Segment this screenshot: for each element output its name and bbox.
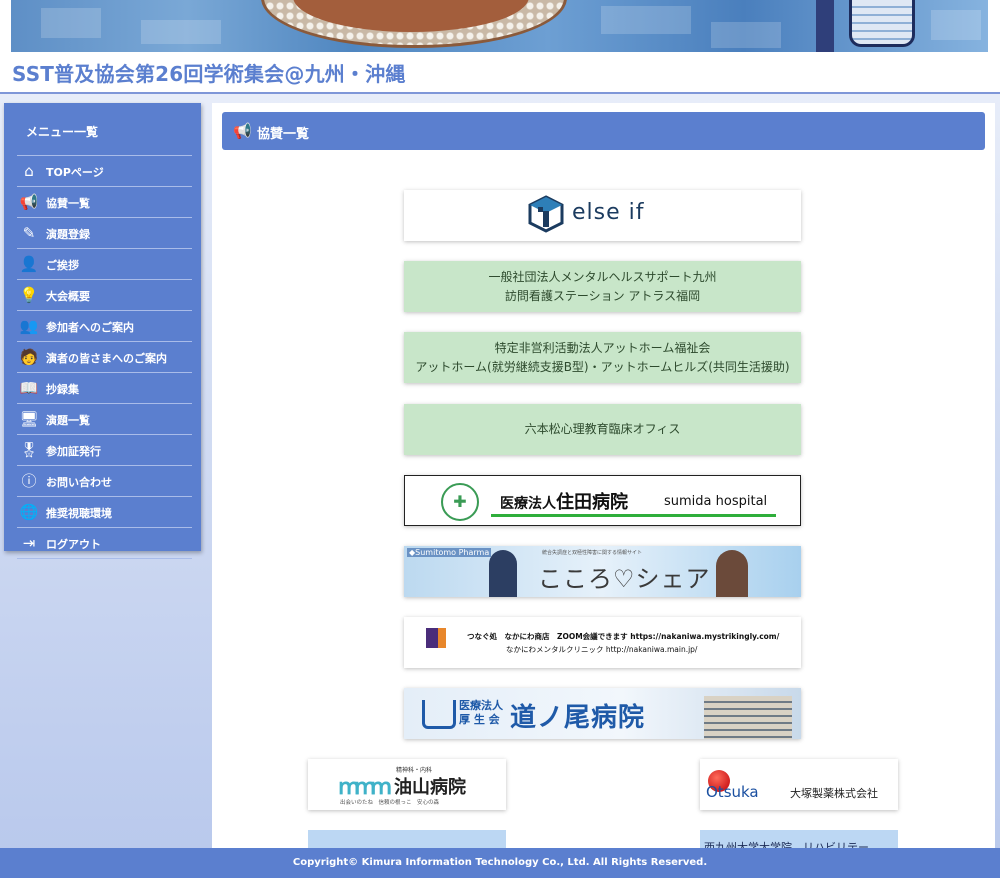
sidebar-item-label: 演者の皆さまへのご案内 <box>46 352 167 365</box>
sponsor-athome-welfare[interactable]: 特定非営利活動法人アットホーム福祉会 アットホーム(就労継続支援B型)・アットホ… <box>404 332 801 383</box>
kokoro-share-title: こころ♡シェア <box>538 565 711 593</box>
michinoo-corp: 医療法人 厚 生 会 <box>459 699 503 726</box>
site-footer: Copyright© Kimura Information Technology… <box>0 848 1000 878</box>
sidebar-item-label: 参加証発行 <box>46 445 101 458</box>
site-header: SST普及協会第26回学術集会@九州・沖縄 <box>0 0 1000 94</box>
sidebar-item-5[interactable]: 👥 参加者へのご案内 <box>17 311 192 342</box>
nakaniwa-line2: なかにわメンタルクリニック http://nakaniwa.main.jp/ <box>506 645 698 654</box>
kokoro-subtitle: 統合失調症と双極性障害に関する情報サイト <box>542 550 643 556</box>
sidebar-item-11[interactable]: 🌐 推奨視聴環境 <box>17 497 192 528</box>
sponsor-partial-left-banner[interactable] <box>308 830 506 850</box>
hospital-building-image <box>704 696 792 739</box>
user-icon: 👤 <box>19 255 39 273</box>
sponsor-roppongi-office[interactable]: 六本松心理教育臨床オフィス <box>404 404 801 455</box>
aburayama-name: 油山病院 <box>394 777 466 798</box>
sponsor-line: 特定非営利活動法人アットホーム福祉会 <box>494 340 711 355</box>
sponsor-line: アットホーム(就労継続支援B型)・アットホームヒルズ(共同生活援助) <box>415 359 790 374</box>
sidebar-item-label: ログアウト <box>46 538 101 551</box>
michinoo-name: 道ノ尾病院 <box>510 703 646 733</box>
sponsor-nishikyushu-university-banner[interactable]: 西九州大学大学院 リハビリテー <box>700 830 898 854</box>
aburayama-tagline: 出会いのたね 信頼の根っこ 安心の森 <box>340 800 440 806</box>
sidebar-item-label: 演題登録 <box>46 228 90 241</box>
page-heading-bar: 📢 協賛一覧 <box>222 112 985 150</box>
nakaniwa-logo-icon <box>426 628 446 648</box>
info-icon: ⓘ <box>21 472 37 490</box>
edit-icon: ✎ <box>22 224 36 242</box>
sidebar-item-4[interactable]: 💡 大会概要 <box>17 280 192 311</box>
page-title: 協賛一覧 <box>257 127 310 142</box>
sidebar-list: ⌂ TOPページ 📢 協賛一覧 ✎ 演題登録 👤 ご挨拶 💡 大会概要 👥 参加者へのご案内 🧑 演者の皆… <box>17 155 192 559</box>
sponsor-mental-health-support[interactable]: 一般社団法人メンタルヘルスサポート九州 訪問看護ステーション アトラス福岡 <box>404 261 801 312</box>
michinoo-logo-icon <box>422 700 456 729</box>
sidebar-item-3[interactable]: 👤 ご挨拶 <box>17 249 192 280</box>
badge-icon: 🎖 <box>19 441 39 459</box>
sidebar-item-label: 大会概要 <box>46 290 90 303</box>
sidebar-item-label: 推奨視聴環境 <box>46 507 112 520</box>
nakaniwa-line1: つなぐ処 なかにわ商店 ZOOM会議できます https://nakaniwa.… <box>467 632 780 641</box>
sponsor-otsuka-banner[interactable]: Otsuka 大塚製薬株式会社 <box>700 759 898 810</box>
elseif-logo-text: else if <box>572 200 645 225</box>
sidebar-item-10[interactable]: ⓘ お問い合わせ <box>17 466 192 497</box>
sponsor-line: 一般社団法人メンタルヘルスサポート九州 <box>488 269 717 284</box>
sumida-name: 医療法人住田病院 <box>500 492 628 513</box>
logout-icon: ⇥ <box>22 534 36 552</box>
sumitomo-pharma-logo: ◆Sumitomo Pharma <box>407 548 492 557</box>
elseif-cube-logo-icon <box>528 195 564 233</box>
monitor-icon: 🖥 <box>19 410 39 428</box>
site-title[interactable]: SST普及協会第26回学術集会@九州・沖縄 <box>12 58 406 87</box>
sidebar-item-label: ご挨拶 <box>46 259 79 272</box>
sponsor-kokoro-share-banner[interactable]: ◆Sumitomo Pharma 統合失調症と双極性障害に関する情報サイト ここ… <box>404 546 801 597</box>
hospital-emblem-icon: ✚ <box>441 483 479 521</box>
sidebar-item-1[interactable]: 📢 協賛一覧 <box>17 187 192 218</box>
sidebar-item-label: お問い合わせ <box>46 476 112 489</box>
main-content: 📢 協賛一覧 else if 一般社団法人メンタルヘルスサポート九州 訪問看護ス… <box>212 103 995 854</box>
sponsor-michinoo-hospital-banner[interactable]: 医療法人 厚 生 会 道ノ尾病院 <box>404 688 801 739</box>
megaphone-icon: 📢 <box>233 122 252 140</box>
sponsor-nakaniwa-banner[interactable]: つなぐ処 なかにわ商店 ZOOM会議できます https://nakaniwa.… <box>404 617 801 668</box>
sidebar-menu: メニュー一覧 ⌂ TOPページ 📢 協賛一覧 ✎ 演題登録 👤 ご挨拶 💡 大会概要 👥 参加者へのご… <box>4 103 201 559</box>
presenter-icon: 🧑 <box>19 348 39 366</box>
sponsor-line: 訪問看護ステーション アトラス福岡 <box>504 288 701 303</box>
otsuka-english-name: Otsuka <box>706 783 759 801</box>
sidebar-item-12[interactable]: ⇥ ログアウト <box>17 528 192 559</box>
sidebar-item-0[interactable]: ⌂ TOPページ <box>17 156 192 187</box>
illustration-woman <box>716 550 748 597</box>
sidebar-title: メニュー一覧 <box>26 125 99 139</box>
illustration-man <box>489 550 517 597</box>
sidebar-item-8[interactable]: 🖥 演題一覧 <box>17 404 192 435</box>
book-icon: 📖 <box>19 379 39 397</box>
sponsor-elseif-banner[interactable]: else if <box>404 190 801 241</box>
sumida-underline <box>491 514 776 517</box>
sidebar-item-7[interactable]: 📖 抄録集 <box>17 373 192 404</box>
people-icon: 👥 <box>19 317 39 335</box>
sidebar-item-6[interactable]: 🧑 演者の皆さまへのご案内 <box>17 342 192 373</box>
sidebar-item-label: 抄録集 <box>46 383 79 396</box>
sponsor-sumida-hospital-banner[interactable]: ✚ 医療法人住田病院 sumida hospital <box>404 475 801 526</box>
sidebar-item-label: 演題一覧 <box>46 414 90 427</box>
otsuka-japanese-name: 大塚製薬株式会社 <box>790 787 878 800</box>
home-icon: ⌂ <box>24 162 34 180</box>
header-banner-image <box>11 0 988 52</box>
sidebar-item-label: 協賛一覧 <box>46 197 90 210</box>
sponsor-aburayama-hospital-banner[interactable]: ՠՠՠ 精神科・内科 油山病院 出会いのたね 信頼の根っこ 安心の森 <box>308 759 506 810</box>
sidebar-item-9[interactable]: 🎖 参加証発行 <box>17 435 192 466</box>
lightbulb-icon: 💡 <box>19 286 39 304</box>
globe-icon: 🌐 <box>19 503 39 521</box>
sidebar-item-label: TOPページ <box>46 166 104 179</box>
sumida-english-name: sumida hospital <box>664 494 768 509</box>
copyright-text: Copyright© Kimura Information Technology… <box>292 857 708 868</box>
sidebar-item-2[interactable]: ✎ 演題登録 <box>17 218 192 249</box>
sidebar-item-label: 参加者へのご案内 <box>46 321 134 334</box>
megaphone-icon: 📢 <box>19 193 39 211</box>
sponsor-line: 六本松心理教育臨床オフィス <box>524 422 681 436</box>
